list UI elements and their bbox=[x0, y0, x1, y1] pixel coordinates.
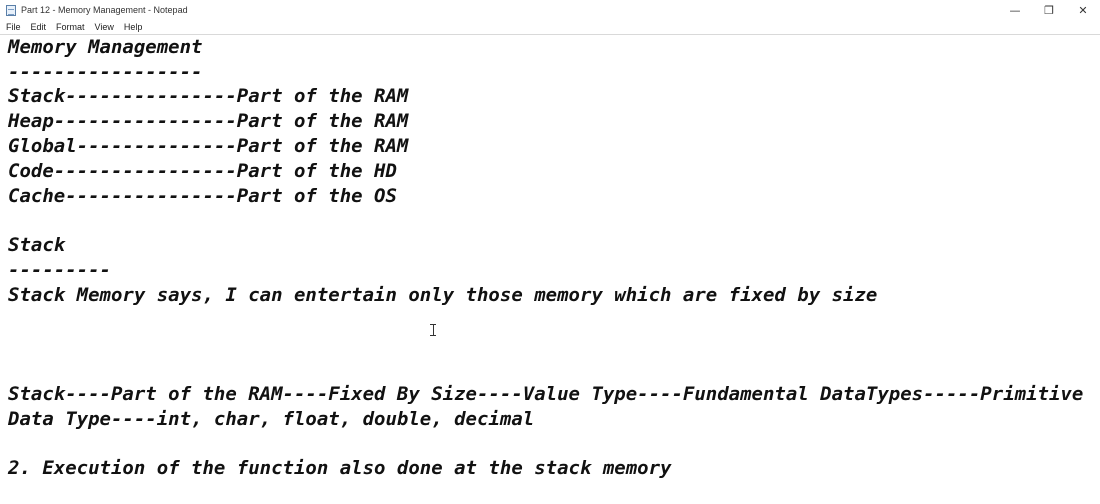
notepad-icon bbox=[6, 4, 16, 16]
menu-format[interactable]: Format bbox=[51, 22, 90, 32]
text-line: Stack---------------Part of the RAM bbox=[8, 85, 409, 107]
text-line: --------- bbox=[8, 259, 111, 281]
text-line: Memory Management bbox=[8, 36, 203, 58]
text-line: Cache---------------Part of the OS bbox=[8, 185, 397, 207]
menu-file[interactable]: File bbox=[0, 22, 26, 32]
menu-help[interactable]: Help bbox=[119, 22, 148, 32]
minimize-button[interactable]: — bbox=[998, 0, 1032, 20]
text-cursor-icon bbox=[430, 324, 436, 336]
close-button[interactable]: ✕ bbox=[1066, 0, 1100, 20]
menu-view[interactable]: View bbox=[90, 22, 119, 32]
text-line: Data Type----int, char, float, double, d… bbox=[8, 408, 535, 430]
menu-bar: File Edit Format View Help bbox=[0, 20, 1100, 34]
text-line: Stack----Part of the RAM----Fixed By Siz… bbox=[8, 383, 1084, 405]
window-controls: — ❐ ✕ bbox=[998, 0, 1100, 20]
notepad-window: Part 12 - Memory Management - Notepad — … bbox=[0, 0, 1100, 504]
text-line: 2. Execution of the function also done a… bbox=[8, 457, 672, 479]
text-line: Heap----------------Part of the RAM bbox=[8, 110, 409, 132]
text-line: Global--------------Part of the RAM bbox=[8, 135, 409, 157]
text-line: ----------------- bbox=[8, 61, 203, 83]
window-title: Part 12 - Memory Management - Notepad bbox=[21, 5, 188, 15]
menu-edit[interactable]: Edit bbox=[26, 22, 52, 32]
title-bar[interactable]: Part 12 - Memory Management - Notepad — … bbox=[0, 0, 1100, 20]
text-line: Code----------------Part of the HD bbox=[8, 160, 397, 182]
restore-button[interactable]: ❐ bbox=[1032, 0, 1066, 20]
text-line: Stack Memory says, I can entertain only … bbox=[8, 284, 878, 306]
text-line: Stack bbox=[8, 234, 66, 256]
text-editor[interactable]: Memory Management ----------------- Stac… bbox=[0, 34, 1100, 504]
